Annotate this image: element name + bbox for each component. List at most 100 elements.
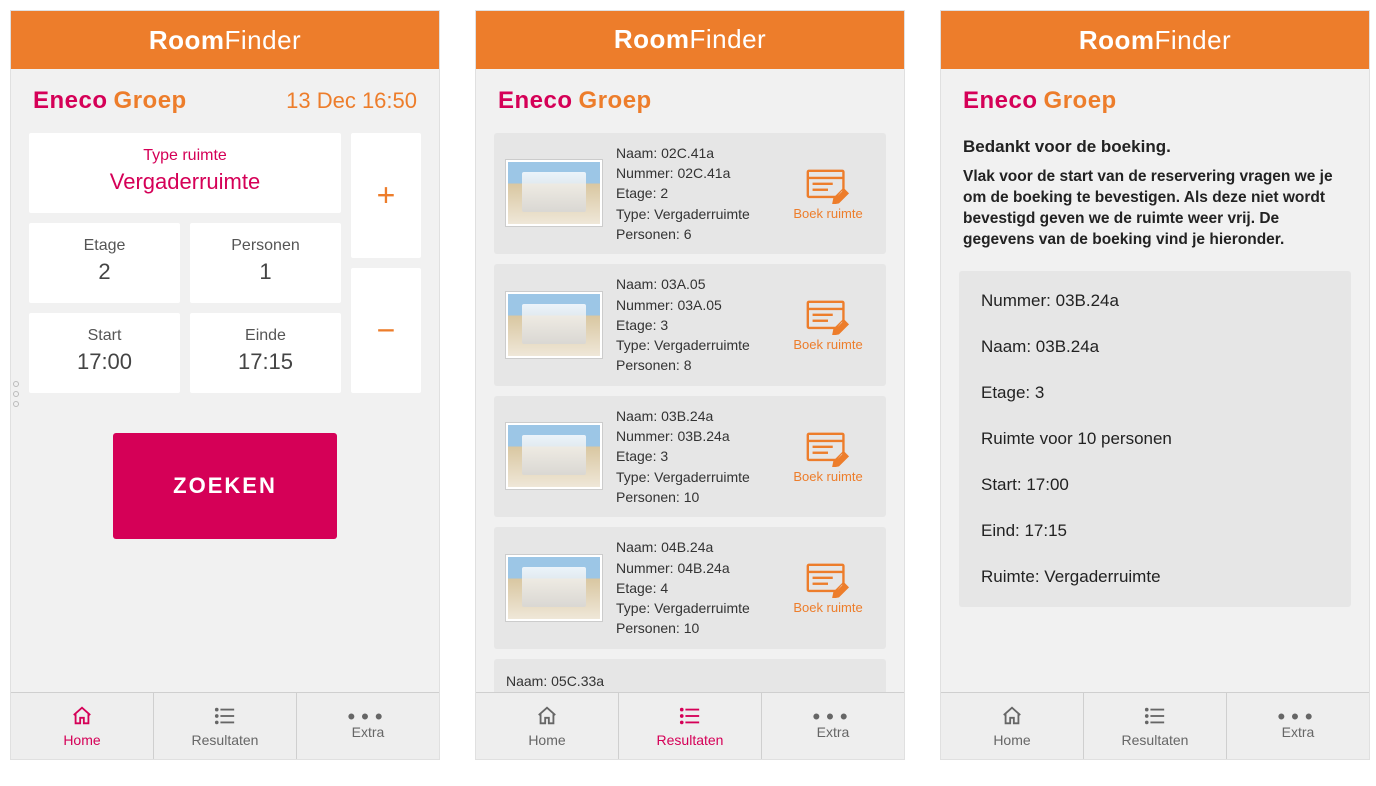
room-thumbnail — [506, 160, 602, 226]
room-card: Naam: 02C.41aNummer: 02C.41aEtage: 2Type… — [494, 133, 886, 254]
screen-results: RoomFinder EnecoGroep Naam: 02C.41aNumme… — [475, 10, 905, 760]
brand-part-b: Groep — [1038, 87, 1117, 114]
booking-details-card: Nummer: 03B.24a Naam: 03B.24a Etage: 3 R… — [959, 271, 1351, 607]
book-room-button[interactable]: Boek ruimte — [782, 166, 874, 221]
tab-home[interactable]: Home — [476, 693, 619, 759]
start-tile[interactable]: Start 17:00 — [29, 313, 180, 393]
tab-home-label: Home — [528, 732, 565, 748]
tab-results[interactable]: Resultaten — [154, 693, 297, 759]
more-icon: ••• — [1277, 712, 1318, 722]
brand-part-a: Eneco — [498, 87, 573, 114]
app-title-light: Finder — [689, 24, 766, 54]
tab-home-label: Home — [993, 732, 1030, 748]
room-type-tile[interactable]: Type ruimte Vergaderruimte — [29, 133, 341, 213]
brand-part-b: Groep — [108, 87, 187, 114]
detail-capacity: Ruimte voor 10 personen — [981, 429, 1329, 449]
tab-results[interactable]: Resultaten — [1084, 693, 1227, 759]
brand-part-a: Eneco — [963, 87, 1038, 114]
room-thumbnail — [506, 555, 602, 621]
end-tile[interactable]: Einde 17:15 — [190, 313, 341, 393]
room-info: Naam: 02C.41aNummer: 02C.41aEtage: 2Type… — [616, 143, 768, 244]
tab-bar: Home Resultaten ••• Extra — [11, 692, 439, 759]
tab-results-label: Resultaten — [192, 732, 259, 748]
detail-floor: Etage: 3 — [981, 383, 1329, 403]
floor-tile[interactable]: Etage 2 — [29, 223, 180, 303]
brand-part-b: Groep — [573, 87, 652, 114]
tab-home[interactable]: Home — [941, 693, 1084, 759]
app-title-bold: Room — [1079, 25, 1155, 55]
tab-extra-label: Extra — [1282, 724, 1315, 740]
tab-bar: Home Resultaten ••• Extra — [941, 692, 1369, 759]
tab-results-label: Resultaten — [657, 732, 724, 748]
brand-part-a: Eneco — [33, 87, 108, 114]
detail-number: Nummer: 03B.24a — [981, 291, 1329, 311]
more-icon: ••• — [812, 712, 853, 722]
screen-confirmation: RoomFinder EnecoGroep Bedankt voor de bo… — [940, 10, 1370, 760]
home-icon — [535, 705, 559, 730]
book-room-button[interactable]: Boek ruimte — [782, 560, 874, 615]
floor-value: 2 — [39, 259, 170, 285]
home-icon — [1000, 705, 1024, 730]
room-card: Naam: 04B.24aNummer: 04B.24aEtage: 4Type… — [494, 527, 886, 648]
book-room-label: Boek ruimte — [793, 337, 862, 352]
current-datetime: 13 Dec 16:50 — [286, 88, 417, 114]
room-thumbnail — [506, 292, 602, 358]
room-thumbnail — [506, 423, 602, 489]
detail-start: Start: 17:00 — [981, 475, 1329, 495]
room-type-label: Type ruimte — [39, 147, 331, 165]
tab-extra[interactable]: ••• Extra — [297, 693, 439, 759]
room-info: Naam: 03B.24aNummer: 03B.24aEtage: 3Type… — [616, 406, 768, 507]
book-room-label: Boek ruimte — [793, 469, 862, 484]
room-info: Naam: 04B.24aNummer: 04B.24aEtage: 4Type… — [616, 537, 768, 638]
detail-end: Eind: 17:15 — [981, 521, 1329, 541]
persons-tile[interactable]: Personen 1 — [190, 223, 341, 303]
more-icon: ••• — [347, 712, 388, 722]
brand-logo: EnecoGroep — [963, 87, 1117, 115]
step-plus-button[interactable]: + — [351, 133, 421, 258]
room-info: Naam: 03A.05Nummer: 03A.05Etage: 3Type: … — [616, 274, 768, 375]
search-button-label: ZOEKEN — [173, 473, 277, 498]
app-title-bold: Room — [614, 24, 690, 54]
list-icon — [677, 705, 703, 730]
book-icon — [782, 429, 874, 467]
tab-extra[interactable]: ••• Extra — [762, 693, 904, 759]
app-title-bar: RoomFinder — [476, 11, 904, 69]
thanks-body: Vlak voor de start van de reservering vr… — [959, 167, 1351, 271]
tab-extra-label: Extra — [817, 724, 850, 740]
room-card: Naam: 05C.33a — [494, 659, 886, 693]
list-icon — [212, 705, 238, 730]
brand-logo: EnecoGroep — [33, 87, 187, 115]
tab-home[interactable]: Home — [11, 693, 154, 759]
app-title-bold: Room — [149, 25, 225, 55]
book-room-button[interactable]: Boek ruimte — [782, 429, 874, 484]
end-label: Einde — [200, 327, 331, 345]
tab-bar: Home Resultaten ••• Extra — [476, 692, 904, 759]
carousel-dots — [13, 381, 19, 407]
room-info: Naam: 05C.33a — [506, 671, 874, 691]
tab-results[interactable]: Resultaten — [619, 693, 762, 759]
home-icon — [70, 705, 94, 730]
app-title-bar: RoomFinder — [941, 11, 1369, 69]
start-label: Start — [39, 327, 170, 345]
tab-extra-label: Extra — [352, 724, 385, 740]
search-button[interactable]: ZOEKEN — [113, 433, 337, 539]
thanks-title: Bedankt voor de boeking. — [959, 133, 1351, 167]
book-room-button[interactable]: Boek ruimte — [782, 297, 874, 352]
app-title-light: Finder — [224, 25, 301, 55]
tab-home-label: Home — [63, 732, 100, 748]
list-icon — [1142, 705, 1168, 730]
book-room-label: Boek ruimte — [793, 206, 862, 221]
book-icon — [782, 560, 874, 598]
persons-value: 1 — [200, 259, 331, 285]
tab-extra[interactable]: ••• Extra — [1227, 693, 1369, 759]
app-title-light: Finder — [1154, 25, 1231, 55]
step-minus-button[interactable]: − — [351, 268, 421, 393]
room-card: Naam: 03B.24aNummer: 03B.24aEtage: 3Type… — [494, 396, 886, 517]
app-title-bar: RoomFinder — [11, 11, 439, 69]
results-list: Naam: 02C.41aNummer: 02C.41aEtage: 2Type… — [494, 133, 886, 693]
book-room-label: Boek ruimte — [793, 600, 862, 615]
brand-logo: EnecoGroep — [498, 87, 652, 115]
screen-search: RoomFinder EnecoGroep 13 Dec 16:50 Type … — [10, 10, 440, 760]
tab-results-label: Resultaten — [1122, 732, 1189, 748]
minus-icon: − — [377, 312, 396, 349]
